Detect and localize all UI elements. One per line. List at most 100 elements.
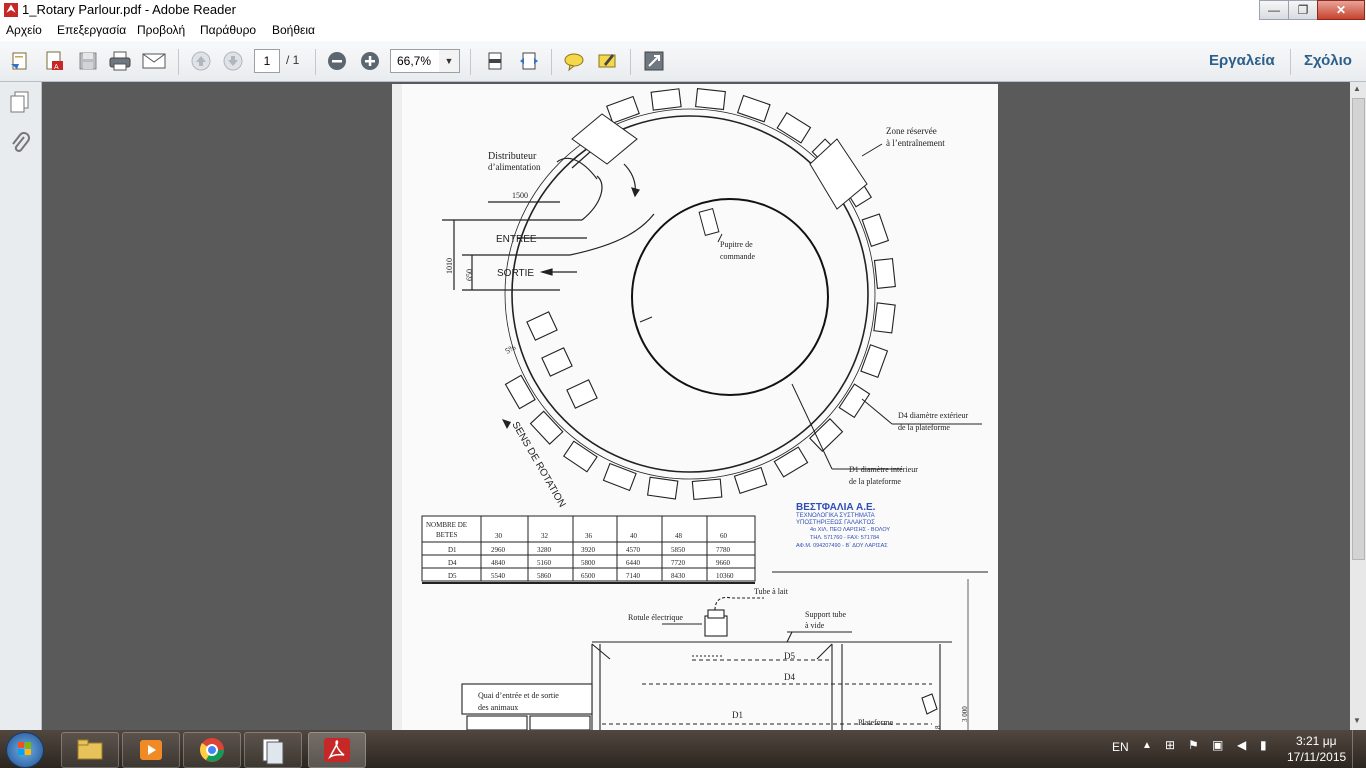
label-pupitre-2: commande (720, 252, 756, 261)
vertical-scrollbar[interactable]: ▲ ▼ (1350, 82, 1366, 730)
create-pdf-icon[interactable]: A (42, 49, 66, 73)
table-row-label: D4 (448, 559, 457, 567)
navigation-panel (0, 82, 42, 730)
taskbar-chrome-button[interactable] (183, 732, 241, 768)
rotary-parlour-drawing: Distributeur d’alimentation Zone réservé… (392, 84, 998, 730)
close-button[interactable]: ✕ (1317, 0, 1365, 20)
menu-view[interactable]: Προβολή (137, 23, 185, 37)
save-icon[interactable] (76, 49, 100, 73)
pdf-page: Distributeur d’alimentation Zone réservé… (392, 84, 998, 730)
stall (695, 88, 726, 111)
windows-taskbar: EN ▲ ⊞ ⚑ ▣ ◀ ▮ 3:21 μμ 17/11/2015 (0, 730, 1366, 768)
show-hidden-icons-icon[interactable]: ▲ (1142, 740, 1152, 751)
zoom-level-input[interactable]: 66,7% (390, 49, 446, 73)
stall (650, 88, 682, 111)
previous-page-icon[interactable] (189, 49, 213, 73)
taskbar-explorer-button[interactable] (61, 732, 119, 768)
windows-flag-tray-icon[interactable]: ⊞ (1165, 738, 1175, 752)
adobe-reader-icon: ⮝ (4, 3, 18, 17)
table-cell: 2960 (491, 546, 506, 554)
print-icon[interactable] (108, 49, 132, 73)
label-zone-1: Zone réservée (886, 126, 937, 136)
table-cell: 8430 (671, 572, 686, 580)
label-entree: ENTREE (496, 234, 537, 245)
menu-file[interactable]: Αρχείο (6, 23, 42, 37)
taskbar-media-player-button[interactable] (122, 732, 180, 768)
stall (646, 476, 679, 500)
label-support-2: à vide (805, 621, 825, 630)
fit-page-icon[interactable] (483, 49, 507, 73)
media-player-icon (140, 740, 162, 760)
label-support-1: Support tube (805, 610, 847, 619)
label-d4: D4 (784, 672, 795, 682)
toolbar-separator (1290, 49, 1291, 75)
clock-date[interactable]: 17/11/2015 (1287, 750, 1346, 764)
label-dim-650: 650 (465, 269, 474, 281)
table-column-header: 60 (720, 532, 728, 540)
label-quai-1: Quai d’entrée et de sortie (478, 691, 559, 700)
taskbar-adobe-reader-button[interactable] (308, 732, 366, 768)
menu-edit[interactable]: Επεξεργασία (57, 23, 126, 37)
scroll-down-arrow[interactable]: ▼ (1353, 716, 1361, 725)
comment-icon[interactable] (562, 49, 586, 73)
label-d1: D1 (732, 710, 743, 720)
start-button[interactable] (6, 732, 44, 768)
page-thumbnails-icon[interactable] (9, 90, 31, 119)
table-row-label: D5 (448, 572, 457, 580)
toolbar-separator (178, 49, 179, 75)
safely-remove-hardware-icon[interactable]: ▣ (1212, 738, 1223, 752)
taskbar-documents-button[interactable] (244, 732, 302, 768)
scroll-up-arrow[interactable]: ▲ (1353, 84, 1361, 93)
page-number-input[interactable]: 1 (254, 49, 280, 73)
next-page-icon[interactable] (221, 49, 245, 73)
label-dim-1500: 1500 (512, 191, 528, 200)
chrome-icon (200, 738, 224, 762)
network-signal-icon[interactable]: ▮ (1260, 738, 1267, 752)
email-icon[interactable] (142, 49, 166, 73)
clock-time[interactable]: 3:21 μμ (1296, 734, 1337, 748)
label-pupitre-1: Pupitre de (720, 240, 753, 249)
table-header-line-2: BETES (436, 531, 457, 539)
label-d4-line-1: D4 diamètre extérieur (898, 411, 969, 420)
language-indicator[interactable]: EN (1112, 740, 1129, 754)
expand-icon[interactable] (642, 49, 666, 73)
label-d4-line-2: de la plateforme (898, 423, 950, 432)
zoom-in-icon[interactable] (358, 49, 382, 73)
table-column-header: 48 (675, 532, 683, 540)
scrollbar-thumb[interactable] (1352, 98, 1365, 560)
minimize-button[interactable]: — (1259, 0, 1289, 20)
label-rotule: Rotule électrique (628, 613, 683, 622)
show-desktop-button[interactable] (1352, 730, 1366, 768)
table-cell: 7720 (671, 559, 686, 567)
table-cell: 7140 (626, 572, 641, 580)
title-bar: ⮝ 1_Rotary Parlour.pdf - Adobe Reader — … (0, 0, 1366, 21)
stamp-line-3: ΥΠΟΣΤΗΡΙΞΕΩΣ ΓΑΛΑΚΤΟΣ (796, 520, 875, 526)
zoom-out-icon[interactable] (325, 49, 349, 73)
stamp-line-1: ΒΕΣΤΦΑΛΙΑ Α.Ε. (796, 502, 876, 513)
label-d1-line-1: D1 diamètre intérieur (849, 465, 918, 474)
menu-help[interactable]: Βοήθεια (272, 23, 315, 37)
table-cell: 10360 (716, 572, 734, 580)
maximize-button[interactable]: ❐ (1288, 0, 1318, 20)
table-cell: 6500 (581, 572, 596, 580)
open-file-icon[interactable] (8, 49, 32, 73)
zoom-dropdown-button[interactable]: ▼ (439, 49, 460, 73)
label-distributeur: Distributeur (488, 151, 537, 162)
table-row-label: D1 (448, 546, 457, 554)
specification-table: NOMBRE DE BETES 30 32 36 40 48 60 D1 2960 3280 39… (421, 515, 756, 582)
label-dim-3000: 3 000 (961, 706, 969, 722)
label-dim-1010: 1010 (445, 258, 454, 274)
table-cell: 5850 (671, 546, 686, 554)
volume-icon[interactable]: ◀ (1237, 738, 1246, 752)
table-cell: 5540 (491, 572, 506, 580)
highlight-icon[interactable] (595, 49, 619, 73)
table-header-line-1: NOMBRE DE (426, 521, 467, 529)
comment-button[interactable]: Σχόλιο (1304, 52, 1352, 69)
window-title: 1_Rotary Parlour.pdf - Adobe Reader (22, 2, 236, 17)
attachments-icon[interactable] (9, 132, 31, 161)
action-center-icon[interactable]: ⚑ (1188, 738, 1199, 752)
tools-button[interactable]: Εργαλεία (1209, 52, 1275, 69)
menu-window[interactable]: Παράθυρο (200, 23, 256, 37)
fit-width-icon[interactable] (517, 49, 541, 73)
table-cell: 5160 (537, 559, 552, 567)
